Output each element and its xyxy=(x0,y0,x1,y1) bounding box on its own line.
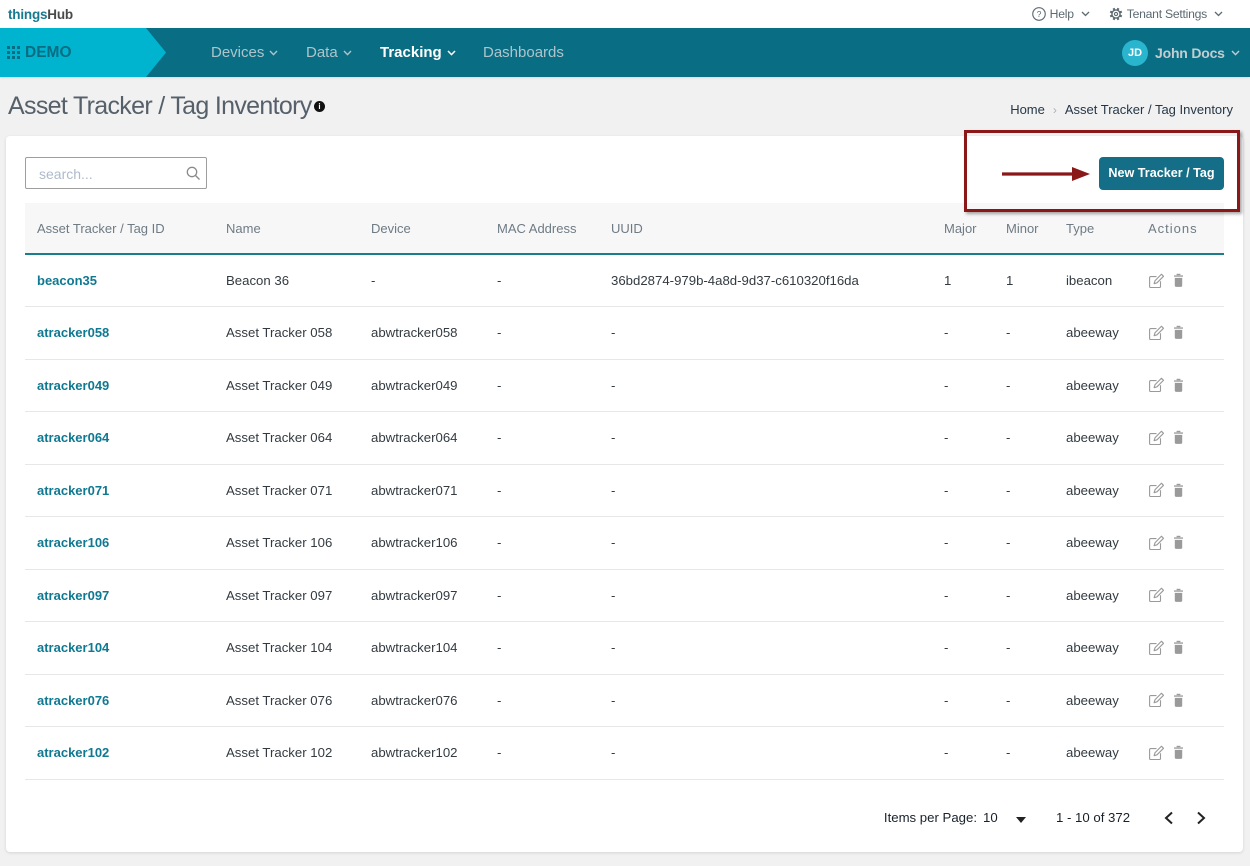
svg-text:?: ? xyxy=(1036,9,1041,19)
